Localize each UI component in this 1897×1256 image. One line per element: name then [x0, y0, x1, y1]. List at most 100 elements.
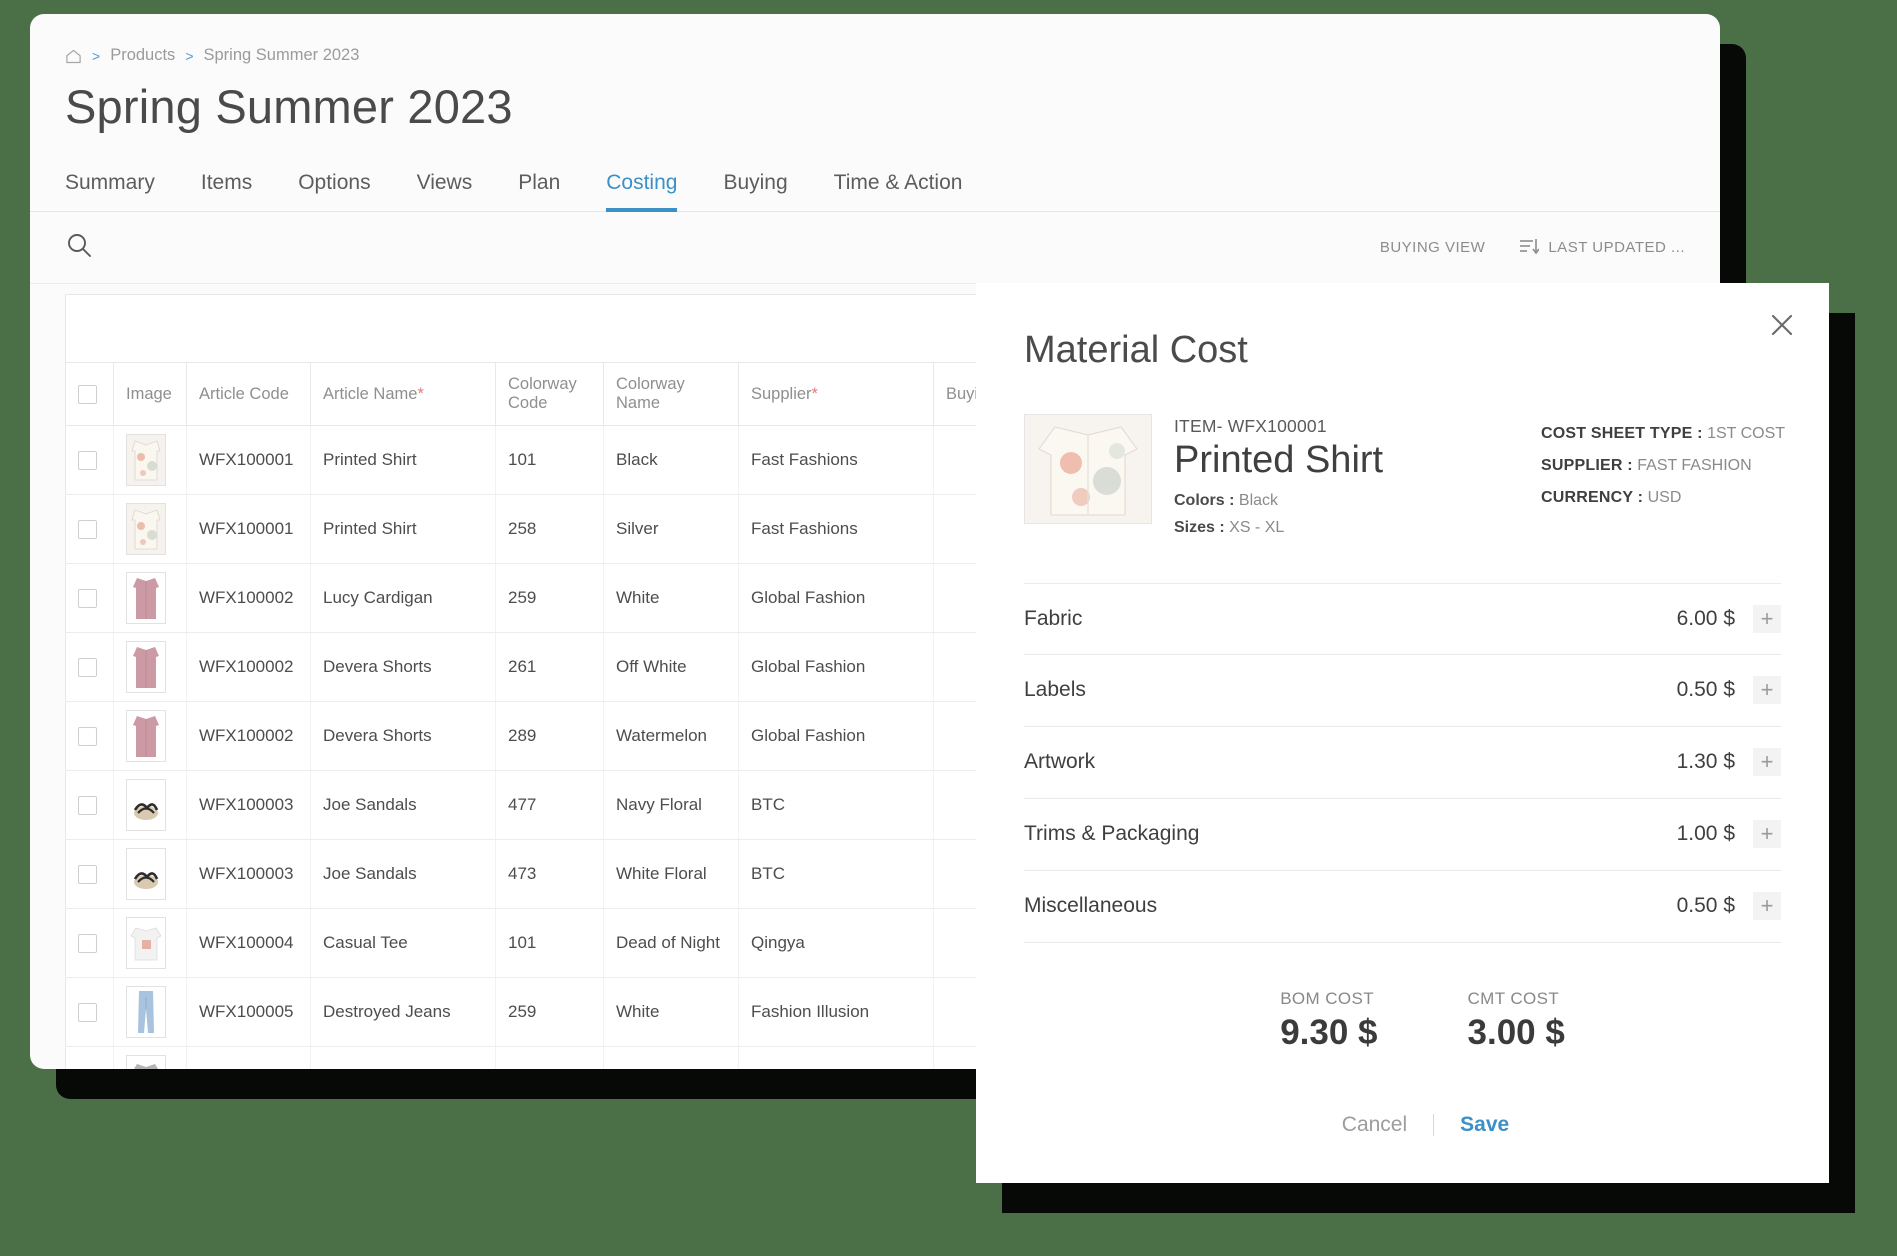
- row-article-code: WFX100004: [186, 908, 311, 978]
- row-checkbox-cell[interactable]: [65, 701, 114, 771]
- row-checkbox-cell[interactable]: [65, 908, 114, 978]
- row-article-code: WFX100002: [186, 563, 311, 633]
- row-colorway-code: 477: [495, 770, 604, 840]
- th-colorway-code[interactable]: Colorway Code: [495, 362, 604, 426]
- th-article-name[interactable]: Article Name*: [310, 362, 496, 426]
- row-article-name: Lucy Cardigan: [310, 563, 496, 633]
- row-article-name: Joe Sandals: [310, 770, 496, 840]
- tab-views[interactable]: Views: [417, 171, 473, 211]
- th-image[interactable]: Image: [113, 362, 187, 426]
- th-article-code[interactable]: Article Code: [186, 362, 311, 426]
- th-select-all[interactable]: [65, 362, 114, 426]
- row-colorway-code: 473: [495, 839, 604, 909]
- cost-sheet-type: COST SHEET TYPE : 1ST COST: [1541, 418, 1785, 450]
- table-toolbar: BUYING VIEW LAST UPDATED ...: [30, 212, 1720, 284]
- cost-label: Fabric: [1024, 606, 1083, 630]
- row-article-code: WFX100006: [186, 1046, 311, 1069]
- row-colorway-name: Dead of Night: [603, 908, 739, 978]
- search-icon[interactable]: [65, 231, 94, 265]
- sandals-thumb: [126, 848, 166, 900]
- cost-value: 1.30 $: [1676, 750, 1735, 774]
- row-image-cell: [113, 425, 187, 495]
- item-colors-value: Black: [1238, 491, 1279, 509]
- row-checkbox-cell[interactable]: [65, 839, 114, 909]
- select-all-checkbox[interactable]: [78, 384, 97, 404]
- plus-icon[interactable]: +: [1753, 676, 1781, 705]
- cost-label: Miscellaneous: [1024, 894, 1158, 918]
- cmt-cost-label: CMT COST: [1467, 988, 1560, 1008]
- row-article-code: WFX100001: [186, 494, 311, 564]
- th-colorway-name[interactable]: Colorway Name: [603, 362, 739, 426]
- row-article-name: Destroyed Jeans: [310, 977, 496, 1047]
- supplier-meta: SUPPLIER : FAST FASHION: [1541, 450, 1781, 482]
- cost-value: 0.50 $: [1676, 894, 1735, 918]
- sort-descending-icon: [1519, 237, 1540, 259]
- bom-cost-label: BOM COST: [1280, 988, 1375, 1008]
- cardigan-thumb: [126, 572, 166, 624]
- plus-icon[interactable]: +: [1753, 820, 1781, 849]
- item-summary: ITEM- WFX100001 Printed Shirt Colors : B…: [976, 372, 1829, 537]
- plus-icon[interactable]: +: [1753, 604, 1781, 633]
- cost-row-miscellaneous: Miscellaneous 0.50 $ +: [1024, 871, 1781, 943]
- breadcrumb-item-products[interactable]: Products: [110, 46, 175, 65]
- row-colorway-code: 289: [495, 701, 604, 771]
- row-colorway-name: White Floral: [603, 839, 739, 909]
- printed-shirt-thumb: [126, 434, 166, 486]
- supplier-value: FAST FASHION: [1637, 457, 1752, 474]
- row-supplier: Fast Fashions: [738, 425, 934, 495]
- row-checkbox-cell[interactable]: [65, 1046, 114, 1069]
- tab-summary[interactable]: Summary: [65, 171, 155, 211]
- required-marker: *: [811, 384, 818, 403]
- row-checkbox[interactable]: [78, 519, 97, 539]
- tee-thumb: [126, 917, 166, 969]
- row-article-code: WFX100002: [186, 701, 311, 771]
- row-image-cell: [113, 770, 187, 840]
- row-colorway-code: 261: [495, 632, 604, 702]
- row-checkbox[interactable]: [78, 933, 97, 953]
- row-checkbox[interactable]: [78, 657, 97, 677]
- row-colorway-code: 144: [495, 1046, 604, 1069]
- tab-time-action[interactable]: Time & Action: [834, 171, 963, 211]
- row-checkbox[interactable]: [78, 726, 97, 746]
- tab-plan[interactable]: Plan: [518, 171, 560, 211]
- cancel-button[interactable]: Cancel: [1342, 1113, 1407, 1137]
- last-updated-sort-button[interactable]: LAST UPDATED ...: [1519, 237, 1685, 259]
- home-icon[interactable]: [65, 48, 82, 65]
- th-supplier[interactable]: Supplier*: [738, 362, 934, 426]
- tab-costing[interactable]: Costing: [606, 171, 678, 212]
- row-article-name: Devera Shorts: [310, 701, 496, 771]
- plus-icon[interactable]: +: [1753, 748, 1781, 777]
- item-colors-label: Colors :: [1174, 491, 1235, 509]
- row-checkbox-cell[interactable]: [65, 632, 114, 702]
- row-article-name: Printed Shirt: [310, 494, 496, 564]
- tab-items[interactable]: Items: [201, 171, 252, 211]
- item-sizes-label: Sizes :: [1174, 518, 1225, 536]
- row-article-name: Joe Sandals: [310, 839, 496, 909]
- cost-breakdown-list: Fabric 6.00 $ + Labels 0.50 $ + Artwork …: [1024, 582, 1781, 943]
- cost-row-labels: Labels 0.50 $ +: [1024, 655, 1781, 727]
- cost-row-artwork: Artwork 1.30 $ +: [1024, 727, 1781, 799]
- tab-options[interactable]: Options: [298, 171, 370, 211]
- row-checkbox[interactable]: [78, 450, 97, 470]
- row-article-code: WFX100005: [186, 977, 311, 1047]
- row-checkbox-cell[interactable]: [65, 563, 114, 633]
- plus-icon[interactable]: +: [1753, 892, 1781, 921]
- buying-view-button[interactable]: BUYING VIEW: [1380, 239, 1486, 256]
- cost-row-fabric: Fabric 6.00 $ +: [1024, 582, 1781, 655]
- row-colorway-name: Watermelon: [603, 701, 739, 771]
- cost-sheet-type-value: 1ST COST: [1707, 425, 1786, 442]
- save-button[interactable]: Save: [1460, 1113, 1509, 1137]
- row-checkbox-cell[interactable]: [65, 770, 114, 840]
- breadcrumb-item-season[interactable]: Spring Summer 2023: [204, 46, 360, 65]
- row-checkbox-cell[interactable]: [65, 977, 114, 1047]
- row-checkbox[interactable]: [78, 864, 97, 884]
- row-checkbox[interactable]: [78, 1002, 97, 1022]
- row-checkbox-cell[interactable]: [65, 494, 114, 564]
- row-checkbox[interactable]: [78, 795, 97, 815]
- row-image-cell: [113, 977, 187, 1047]
- supplier-label: SUPPLIER :: [1541, 457, 1633, 474]
- row-checkbox-cell[interactable]: [65, 425, 114, 495]
- tab-buying[interactable]: Buying: [723, 171, 787, 211]
- row-checkbox[interactable]: [78, 588, 97, 608]
- close-icon[interactable]: [1765, 308, 1799, 342]
